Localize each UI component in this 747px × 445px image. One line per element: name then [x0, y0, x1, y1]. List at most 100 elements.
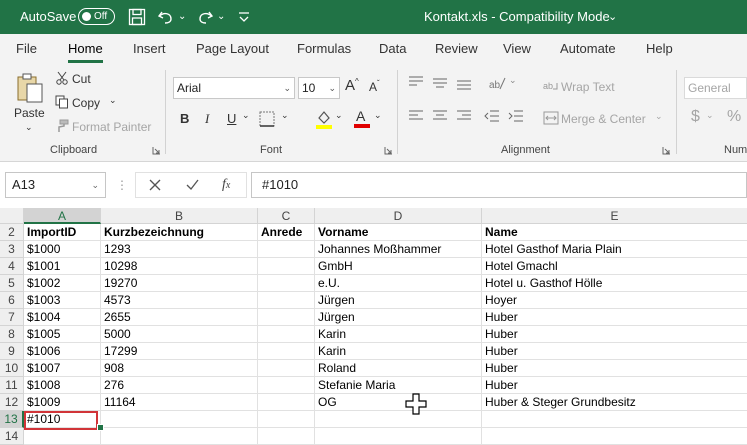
cell-e3[interactable]: Hotel Gasthof Maria Plain — [482, 241, 747, 258]
cell-b7[interactable]: 2655 — [101, 309, 258, 326]
wrap-text-label[interactable]: Wrap Text — [561, 80, 615, 94]
increase-font-icon[interactable]: A^ — [345, 77, 359, 94]
cell-c4[interactable] — [258, 258, 315, 275]
row-header-13[interactable]: 13 — [0, 411, 24, 428]
cell-c2[interactable]: Anrede — [258, 224, 315, 241]
tab-page-layout[interactable]: Page Layout — [196, 34, 269, 66]
align-left-icon[interactable] — [408, 109, 424, 123]
cell-e11[interactable]: Huber — [482, 377, 747, 394]
underline-button[interactable]: U — [227, 111, 236, 126]
cell-c3[interactable] — [258, 241, 315, 258]
cell-a8[interactable]: $1005 — [24, 326, 101, 343]
cell-c12[interactable] — [258, 394, 315, 411]
cell-d5[interactable]: e.U. — [315, 275, 482, 292]
autosave-toggle[interactable]: Off — [78, 8, 115, 25]
tab-help[interactable]: Help — [646, 34, 673, 66]
cell-b4[interactable]: 10298 — [101, 258, 258, 275]
fill-color-icon[interactable] — [315, 109, 333, 129]
row-header-9[interactable]: 9 — [0, 343, 24, 360]
tab-automate[interactable]: Automate — [560, 34, 616, 66]
cell-e8[interactable]: Huber — [482, 326, 747, 343]
cell-e6[interactable]: Hoyer — [482, 292, 747, 309]
cell-a7[interactable]: $1004 — [24, 309, 101, 326]
cell-d2[interactable]: Vorname — [315, 224, 482, 241]
copy-icon[interactable] — [55, 95, 69, 109]
cell-c10[interactable] — [258, 360, 315, 377]
cell-d13[interactable] — [315, 411, 482, 428]
cell-a9[interactable]: $1006 — [24, 343, 101, 360]
cell-c14[interactable] — [258, 428, 315, 445]
number-format-select[interactable]: General — [684, 77, 747, 99]
cell-e5[interactable]: Hotel u. Gasthof Hölle — [482, 275, 747, 292]
cell-e12[interactable]: Huber & Steger Grundbesitz — [482, 394, 747, 411]
format-painter-icon[interactable] — [55, 119, 69, 133]
cell-b6[interactable]: 4573 — [101, 292, 258, 309]
cell-a4[interactable]: $1001 — [24, 258, 101, 275]
format-painter-label[interactable]: Format Painter — [72, 120, 151, 134]
decrease-font-icon[interactable]: Aˇ — [369, 79, 380, 94]
paste-label[interactable]: Paste — [14, 106, 45, 120]
cell-c8[interactable] — [258, 326, 315, 343]
cell-b2[interactable]: Kurzbezeichnung — [101, 224, 258, 241]
select-all-corner[interactable] — [0, 208, 24, 224]
alignment-launcher-icon[interactable] — [662, 146, 671, 155]
align-right-icon[interactable] — [456, 109, 472, 123]
tab-insert[interactable]: Insert — [133, 34, 166, 66]
cell-e10[interactable]: Huber — [482, 360, 747, 377]
cell-d6[interactable]: Jürgen — [315, 292, 482, 309]
cell-b14[interactable] — [101, 428, 258, 445]
cell-a2[interactable]: ImportID — [24, 224, 101, 241]
column-header-a[interactable]: A — [24, 208, 101, 224]
font-launcher-icon[interactable] — [384, 146, 393, 155]
cell-a6[interactable]: $1003 — [24, 292, 101, 309]
tab-file[interactable]: File — [16, 34, 37, 66]
cell-e4[interactable]: Hotel Gmachl — [482, 258, 747, 275]
cell-b5[interactable]: 19270 — [101, 275, 258, 292]
cell-d7[interactable]: Jürgen — [315, 309, 482, 326]
cell-e7[interactable]: Huber — [482, 309, 747, 326]
cell-b13[interactable] — [101, 411, 258, 428]
copy-dropdown-icon[interactable]: ⌄ — [109, 95, 117, 106]
borders-icon[interactable] — [259, 111, 275, 127]
cut-label[interactable]: Cut — [72, 72, 91, 86]
row-header-7[interactable]: 7 — [0, 309, 24, 326]
merge-center-label[interactable]: Merge & Center — [561, 112, 646, 126]
orientation-dropdown-icon[interactable]: ⌄ — [509, 75, 517, 86]
save-icon[interactable] — [127, 7, 147, 27]
cell-c9[interactable] — [258, 343, 315, 360]
cell-c11[interactable] — [258, 377, 315, 394]
insert-function-icon[interactable]: fx — [222, 177, 230, 193]
cell-b12[interactable]: 11164 — [101, 394, 258, 411]
row-header-10[interactable]: 10 — [0, 360, 24, 377]
redo-icon[interactable] — [195, 7, 215, 27]
undo-dropdown-icon[interactable]: ⌄ — [178, 0, 186, 34]
cell-e9[interactable]: Huber — [482, 343, 747, 360]
align-center-icon[interactable] — [432, 109, 448, 123]
cell-d8[interactable]: Karin — [315, 326, 482, 343]
undo-icon[interactable] — [156, 7, 176, 27]
cell-c7[interactable] — [258, 309, 315, 326]
cell-a14[interactable] — [24, 428, 101, 445]
cell-c6[interactable] — [258, 292, 315, 309]
bold-button[interactable]: B — [180, 111, 189, 126]
borders-dropdown-icon[interactable]: ⌄ — [281, 110, 289, 121]
column-header-d[interactable]: D — [315, 208, 482, 224]
align-bottom-icon[interactable] — [456, 76, 472, 90]
cell-a3[interactable]: $1000 — [24, 241, 101, 258]
cell-b10[interactable]: 908 — [101, 360, 258, 377]
font-color-icon[interactable]: A — [353, 108, 371, 129]
column-header-b[interactable]: B — [101, 208, 258, 224]
row-header-2[interactable]: 2 — [0, 224, 24, 241]
redo-dropdown-icon[interactable]: ⌄ — [217, 0, 225, 34]
font-size-select[interactable]: 10 ⌄ — [298, 77, 340, 99]
align-middle-icon[interactable] — [432, 76, 448, 90]
cell-d3[interactable]: Johannes Moßhammer — [315, 241, 482, 258]
increase-indent-icon[interactable] — [508, 109, 524, 123]
paste-icon[interactable] — [15, 72, 45, 104]
tab-home[interactable]: Home — [68, 34, 103, 66]
row-header-5[interactable]: 5 — [0, 275, 24, 292]
decrease-indent-icon[interactable] — [484, 109, 500, 123]
row-header-4[interactable]: 4 — [0, 258, 24, 275]
fill-color-dropdown-icon[interactable]: ⌄ — [335, 110, 343, 121]
percent-button[interactable]: % — [727, 108, 741, 126]
